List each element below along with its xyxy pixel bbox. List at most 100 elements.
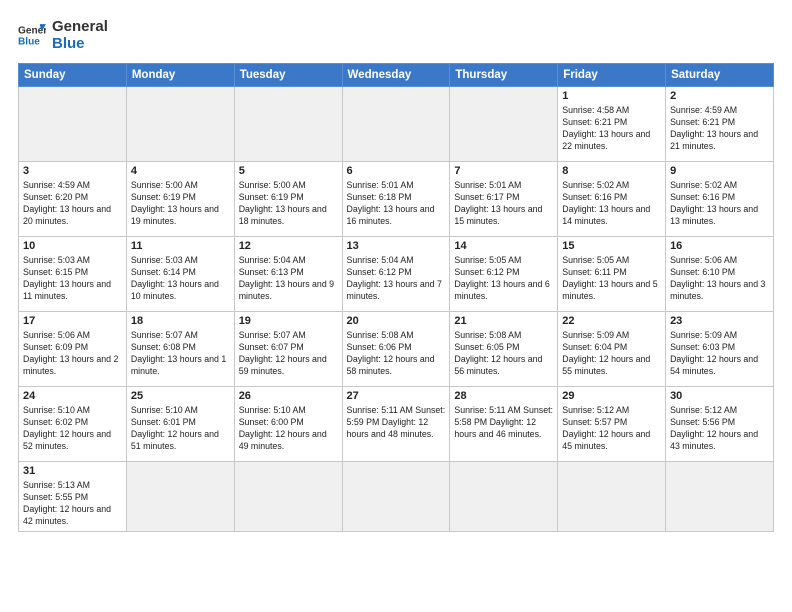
day-info: Sunrise: 5:04 AM Sunset: 6:12 PM Dayligh… (347, 254, 446, 303)
day-info: Sunrise: 5:03 AM Sunset: 6:15 PM Dayligh… (23, 254, 122, 303)
calendar-cell: 27Sunrise: 5:11 AM Sunset: 5:59 PM Dayli… (342, 386, 450, 461)
calendar-cell (558, 461, 666, 531)
calendar-cell (666, 461, 774, 531)
calendar-cell: 1Sunrise: 4:58 AM Sunset: 6:21 PM Daylig… (558, 86, 666, 161)
day-info: Sunrise: 5:10 AM Sunset: 6:00 PM Dayligh… (239, 404, 338, 453)
calendar-cell: 26 Sunrise: 5:10 AM Sunset: 6:00 PM Dayli… (234, 386, 342, 461)
day-number: 8 (562, 165, 661, 177)
calendar-cell: 23 Sunrise: 5:09 AM Sunset: 6:03 PM Dayli… (666, 311, 774, 386)
weekday-sunday: Sunday (19, 63, 127, 86)
day-number: 29 (562, 390, 661, 402)
calendar-cell: 3 Sunrise: 4:59 AM Sunset: 6:20 PM Daylig… (19, 161, 127, 236)
calendar-cell (342, 86, 450, 161)
calendar-cell: 28 Sunrise: 5:11 AM Sunset: 5:58 PM Dayli… (450, 386, 558, 461)
day-number: 28 (454, 390, 553, 402)
calendar-cell (450, 86, 558, 161)
calendar-cell: 6 Sunrise: 5:01 AM Sunset: 6:18 PM Daylig… (342, 161, 450, 236)
day-info: Sunrise: 5:00 AM Sunset: 6:19 PM Dayligh… (131, 179, 230, 228)
weekday-saturday: Saturday (666, 63, 774, 86)
page: General Blue General Blue SundayMondayTu… (0, 0, 792, 612)
day-number: 14 (454, 240, 553, 252)
day-number: 21 (454, 315, 553, 327)
day-number: 16 (670, 240, 769, 252)
week-row-1: 3 Sunrise: 4:59 AM Sunset: 6:20 PM Daylig… (19, 161, 774, 236)
day-info: Sunrise: 5:09 AM Sunset: 6:03 PM Dayligh… (670, 329, 769, 378)
calendar-cell: 25Sunrise: 5:10 AM Sunset: 6:01 PM Dayli… (126, 386, 234, 461)
calendar-cell (126, 461, 234, 531)
calendar-cell: 22 Sunrise: 5:09 AM Sunset: 6:04 PM Dayli… (558, 311, 666, 386)
calendar-cell: 16Sunrise: 5:06 AM Sunset: 6:10 PM Dayli… (666, 236, 774, 311)
calendar-cell: 21 Sunrise: 5:08 AM Sunset: 6:05 PM Dayli… (450, 311, 558, 386)
day-number: 3 (23, 165, 122, 177)
day-info: Sunrise: 5:07 AM Sunset: 6:07 PM Dayligh… (239, 329, 338, 378)
day-info: Sunrise: 5:11 AM Sunset: 5:58 PM Dayligh… (454, 404, 553, 441)
day-number: 22 (562, 315, 661, 327)
day-info: Sunrise: 5:01 AM Sunset: 6:17 PM Dayligh… (454, 179, 553, 228)
calendar-cell (234, 461, 342, 531)
day-number: 7 (454, 165, 553, 177)
calendar-cell: 12 Sunrise: 5:04 AM Sunset: 6:13 PM Dayli… (234, 236, 342, 311)
calendar-cell: 29Sunrise: 5:12 AM Sunset: 5:57 PM Dayli… (558, 386, 666, 461)
weekday-monday: Monday (126, 63, 234, 86)
calendar-cell: 31 Sunrise: 5:13 AM Sunset: 5:55 PM Dayli… (19, 461, 127, 531)
calendar-cell: 24Sunrise: 5:10 AM Sunset: 6:02 PM Dayli… (19, 386, 127, 461)
week-row-4: 24Sunrise: 5:10 AM Sunset: 6:02 PM Dayli… (19, 386, 774, 461)
day-number: 4 (131, 165, 230, 177)
logo: General Blue General Blue (18, 18, 108, 53)
day-info: Sunrise: 5:13 AM Sunset: 5:55 PM Dayligh… (23, 479, 122, 528)
header: General Blue General Blue (18, 18, 774, 53)
day-number: 10 (23, 240, 122, 252)
day-info: Sunrise: 5:11 AM Sunset: 5:59 PM Dayligh… (347, 404, 446, 441)
calendar-cell: 8 Sunrise: 5:02 AM Sunset: 6:16 PM Daylig… (558, 161, 666, 236)
day-number: 6 (347, 165, 446, 177)
day-number: 9 (670, 165, 769, 177)
calendar-cell: 30Sunrise: 5:12 AM Sunset: 5:56 PM Dayli… (666, 386, 774, 461)
day-info: Sunrise: 5:10 AM Sunset: 6:02 PM Dayligh… (23, 404, 122, 453)
logo-general-text: General (52, 18, 108, 35)
calendar: SundayMondayTuesdayWednesdayThursdayFrid… (18, 63, 774, 532)
calendar-cell: 4 Sunrise: 5:00 AM Sunset: 6:19 PM Daylig… (126, 161, 234, 236)
calendar-cell: 17Sunrise: 5:06 AM Sunset: 6:09 PM Dayli… (19, 311, 127, 386)
week-row-3: 17Sunrise: 5:06 AM Sunset: 6:09 PM Dayli… (19, 311, 774, 386)
calendar-cell (234, 86, 342, 161)
day-number: 13 (347, 240, 446, 252)
weekday-friday: Friday (558, 63, 666, 86)
weekday-thursday: Thursday (450, 63, 558, 86)
calendar-cell: 13 Sunrise: 5:04 AM Sunset: 6:12 PM Dayli… (342, 236, 450, 311)
day-info: Sunrise: 5:02 AM Sunset: 6:16 PM Dayligh… (562, 179, 661, 228)
day-info: Sunrise: 4:59 AM Sunset: 6:21 PM Dayligh… (670, 104, 769, 153)
calendar-cell (342, 461, 450, 531)
day-number: 31 (23, 465, 122, 477)
calendar-cell (126, 86, 234, 161)
day-number: 11 (131, 240, 230, 252)
day-info: Sunrise: 5:06 AM Sunset: 6:09 PM Dayligh… (23, 329, 122, 378)
calendar-cell (450, 461, 558, 531)
calendar-cell (19, 86, 127, 161)
day-number: 23 (670, 315, 769, 327)
day-info: Sunrise: 5:04 AM Sunset: 6:13 PM Dayligh… (239, 254, 338, 303)
day-info: Sunrise: 5:03 AM Sunset: 6:14 PM Dayligh… (131, 254, 230, 303)
weekday-tuesday: Tuesday (234, 63, 342, 86)
day-number: 25 (131, 390, 230, 402)
day-info: Sunrise: 5:08 AM Sunset: 6:05 PM Dayligh… (454, 329, 553, 378)
calendar-cell: 9Sunrise: 5:02 AM Sunset: 6:16 PM Daylig… (666, 161, 774, 236)
day-number: 20 (347, 315, 446, 327)
day-info: Sunrise: 5:01 AM Sunset: 6:18 PM Dayligh… (347, 179, 446, 228)
day-number: 15 (562, 240, 661, 252)
calendar-cell: 5Sunrise: 5:00 AM Sunset: 6:19 PM Daylig… (234, 161, 342, 236)
calendar-cell: 14Sunrise: 5:05 AM Sunset: 6:12 PM Dayli… (450, 236, 558, 311)
calendar-cell: 20Sunrise: 5:08 AM Sunset: 6:06 PM Dayli… (342, 311, 450, 386)
calendar-cell: 15 Sunrise: 5:05 AM Sunset: 6:11 PM Dayli… (558, 236, 666, 311)
calendar-cell: 7 Sunrise: 5:01 AM Sunset: 6:17 PM Daylig… (450, 161, 558, 236)
calendar-cell: 11 Sunrise: 5:03 AM Sunset: 6:14 PM Dayli… (126, 236, 234, 311)
day-info: Sunrise: 4:59 AM Sunset: 6:20 PM Dayligh… (23, 179, 122, 228)
day-info: Sunrise: 5:05 AM Sunset: 6:11 PM Dayligh… (562, 254, 661, 303)
calendar-cell: 10 Sunrise: 5:03 AM Sunset: 6:15 PM Dayli… (19, 236, 127, 311)
day-number: 26 (239, 390, 338, 402)
day-number: 18 (131, 315, 230, 327)
day-number: 12 (239, 240, 338, 252)
day-info: Sunrise: 5:07 AM Sunset: 6:08 PM Dayligh… (131, 329, 230, 378)
generalblue-icon: General Blue (18, 21, 46, 49)
day-number: 1 (562, 90, 661, 102)
day-info: Sunrise: 5:09 AM Sunset: 6:04 PM Dayligh… (562, 329, 661, 378)
